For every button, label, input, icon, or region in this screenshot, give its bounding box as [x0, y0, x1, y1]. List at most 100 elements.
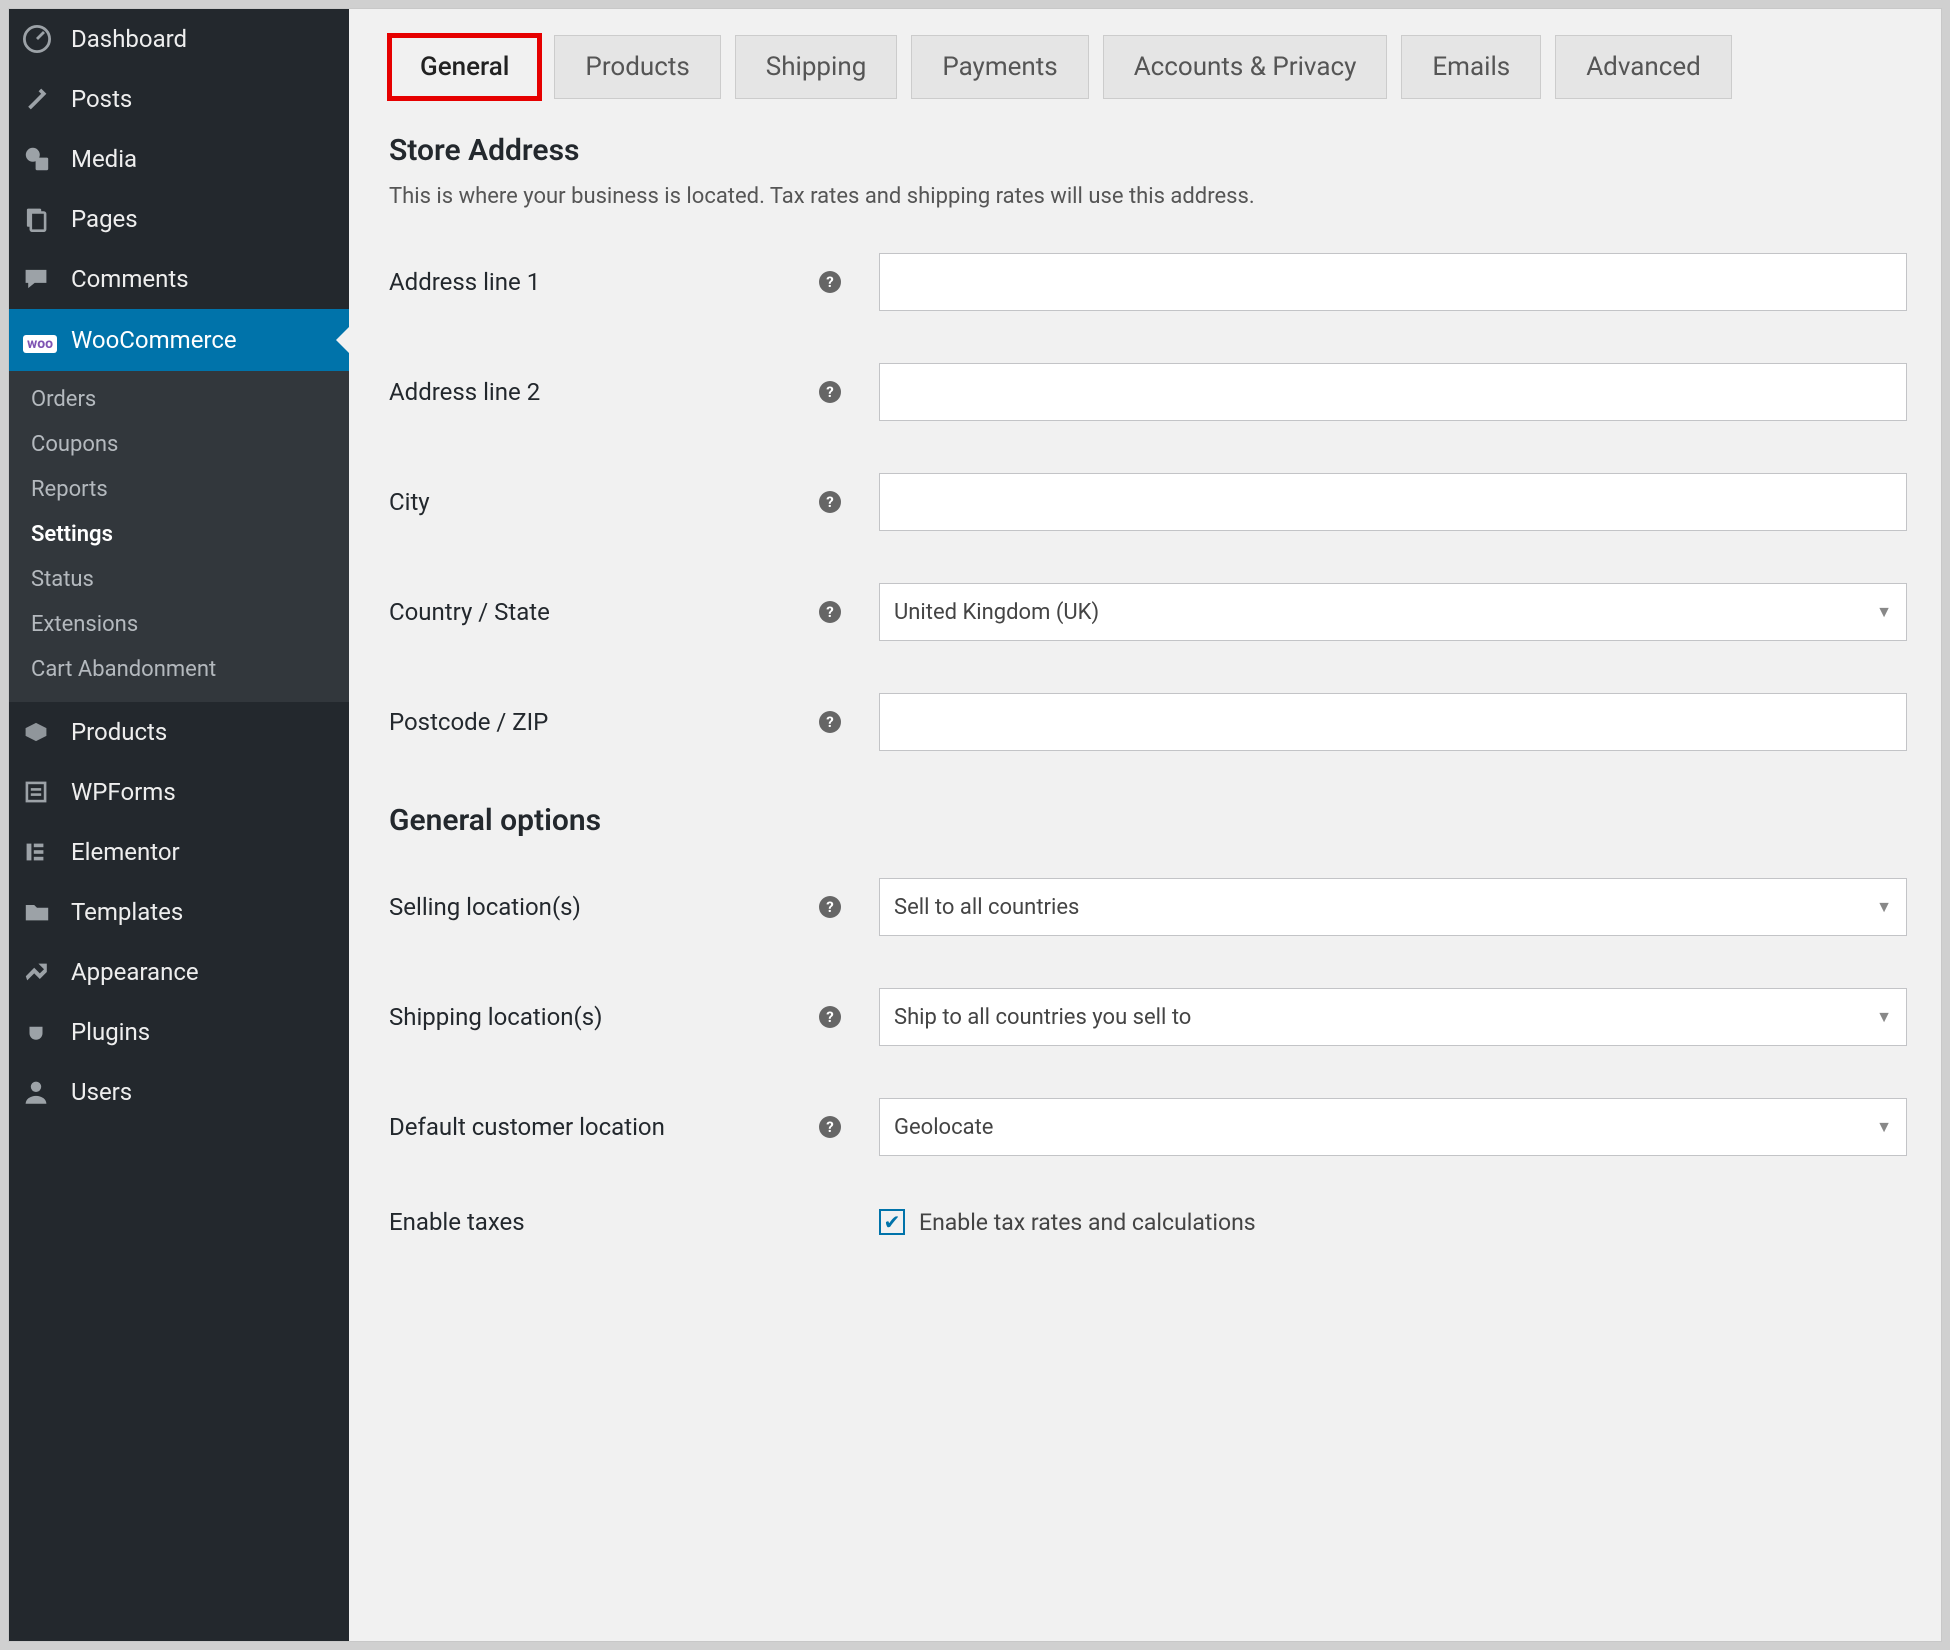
row-address-line-1: Address line 1 ? — [389, 253, 1907, 311]
label-address-line-2: Address line 2 — [389, 378, 819, 406]
submenu-extensions[interactable]: Extensions — [9, 602, 349, 647]
address-line-2-input[interactable] — [879, 363, 1907, 421]
sidebar-item-label: WooCommerce — [71, 326, 237, 354]
submenu-coupons[interactable]: Coupons — [9, 422, 349, 467]
submenu-settings[interactable]: Settings — [9, 512, 349, 557]
sidebar-item-label: WPForms — [71, 778, 176, 806]
sidebar-item-label: Pages — [71, 205, 138, 233]
postcode-input[interactable] — [879, 693, 1907, 751]
chevron-down-icon: ▼ — [1876, 897, 1892, 917]
tab-payments[interactable]: Payments — [911, 35, 1088, 99]
enable-taxes-checkbox[interactable]: ✔ — [879, 1209, 905, 1235]
sidebar-item-plugins[interactable]: Plugins — [9, 1002, 349, 1062]
tab-products[interactable]: Products — [554, 35, 720, 99]
tab-shipping[interactable]: Shipping — [735, 35, 898, 99]
store-address-heading: Store Address — [389, 133, 1907, 168]
general-options-heading: General options — [389, 803, 1907, 838]
sidebar-item-label: Dashboard — [71, 25, 187, 53]
country-state-select[interactable]: United Kingdom (UK) ▼ — [879, 583, 1907, 641]
submenu-orders[interactable]: Orders — [9, 377, 349, 422]
help-icon[interactable]: ? — [819, 1116, 841, 1138]
label-address-line-1: Address line 1 — [389, 268, 819, 296]
shipping-locations-select[interactable]: Ship to all countries you sell to ▼ — [879, 988, 1907, 1046]
row-postcode: Postcode / ZIP ? — [389, 693, 1907, 751]
sidebar-item-users[interactable]: Users — [9, 1062, 349, 1122]
sidebar-item-label: Products — [71, 718, 167, 746]
label-enable-taxes: Enable taxes — [389, 1208, 819, 1236]
tab-emails[interactable]: Emails — [1401, 35, 1541, 99]
label-default-customer-location: Default customer location — [389, 1113, 819, 1141]
comment-icon — [23, 266, 57, 292]
elementor-icon — [23, 840, 57, 864]
sidebar-item-comments[interactable]: Comments — [9, 249, 349, 309]
submenu-cart-abandonment[interactable]: Cart Abandonment — [9, 647, 349, 692]
submenu-status[interactable]: Status — [9, 557, 349, 602]
row-country-state: Country / State ? United Kingdom (UK) ▼ — [389, 583, 1907, 641]
select-value: Geolocate — [894, 1115, 993, 1140]
enable-taxes-checkbox-row[interactable]: ✔ Enable tax rates and calculations — [879, 1209, 1907, 1236]
select-value: Ship to all countries you sell to — [894, 1005, 1191, 1030]
users-icon — [23, 1079, 57, 1105]
sidebar-item-posts[interactable]: Posts — [9, 69, 349, 129]
tab-accounts-privacy[interactable]: Accounts & Privacy — [1103, 35, 1388, 99]
help-icon[interactable]: ? — [819, 491, 841, 513]
chevron-down-icon: ▼ — [1876, 1117, 1892, 1137]
default-customer-location-select[interactable]: Geolocate ▼ — [879, 1098, 1907, 1156]
chevron-down-icon: ▼ — [1876, 1007, 1892, 1027]
submenu-reports[interactable]: Reports — [9, 467, 349, 512]
help-icon[interactable]: ? — [819, 271, 841, 293]
tab-advanced[interactable]: Advanced — [1555, 35, 1732, 99]
help-icon[interactable]: ? — [819, 381, 841, 403]
address-line-1-input[interactable] — [879, 253, 1907, 311]
woocommerce-icon: woo — [23, 325, 57, 355]
sidebar-item-label: Templates — [71, 898, 183, 926]
sidebar-item-pages[interactable]: Pages — [9, 189, 349, 249]
appearance-icon — [23, 959, 57, 985]
row-selling-locations: Selling location(s) ? Sell to all countr… — [389, 878, 1907, 936]
sidebar-item-woocommerce[interactable]: woo WooCommerce — [9, 309, 349, 371]
dashboard-icon — [23, 25, 57, 53]
products-icon — [23, 719, 57, 745]
label-country-state: Country / State — [389, 598, 819, 626]
help-icon[interactable]: ? — [819, 711, 841, 733]
row-enable-taxes: Enable taxes ✔ Enable tax rates and calc… — [389, 1208, 1907, 1236]
sidebar-item-appearance[interactable]: Appearance — [9, 942, 349, 1002]
enable-taxes-checkbox-label: Enable tax rates and calculations — [919, 1209, 1256, 1236]
pin-icon — [23, 86, 57, 112]
pages-icon — [23, 206, 57, 232]
row-city: City ? — [389, 473, 1907, 531]
sidebar-item-label: Plugins — [71, 1018, 150, 1046]
select-value: United Kingdom (UK) — [894, 600, 1099, 625]
chevron-down-icon: ▼ — [1876, 602, 1892, 622]
sidebar-item-dashboard[interactable]: Dashboard — [9, 9, 349, 69]
media-icon — [23, 145, 57, 173]
sidebar-item-products[interactable]: Products — [9, 702, 349, 762]
row-default-customer-location: Default customer location ? Geolocate ▼ — [389, 1098, 1907, 1156]
sidebar-item-label: Posts — [71, 85, 132, 113]
wpforms-icon — [23, 779, 57, 805]
tab-general[interactable]: General — [389, 35, 540, 99]
settings-tabs: General Products Shipping Payments Accou… — [389, 35, 1907, 99]
sidebar-item-media[interactable]: Media — [9, 129, 349, 189]
templates-icon — [23, 900, 57, 924]
label-postcode: Postcode / ZIP — [389, 708, 819, 736]
sidebar-item-label: Appearance — [71, 958, 199, 986]
selling-locations-select[interactable]: Sell to all countries ▼ — [879, 878, 1907, 936]
sidebar-item-elementor[interactable]: Elementor — [9, 822, 349, 882]
sidebar-item-wpforms[interactable]: WPForms — [9, 762, 349, 822]
select-value: Sell to all countries — [894, 895, 1079, 920]
help-icon[interactable]: ? — [819, 896, 841, 918]
admin-sidebar: Dashboard Posts Media Pages Comments — [9, 9, 349, 1641]
city-input[interactable] — [879, 473, 1907, 531]
help-icon[interactable]: ? — [819, 601, 841, 623]
sidebar-item-label: Media — [71, 145, 137, 173]
settings-panel: General Products Shipping Payments Accou… — [349, 9, 1941, 1641]
help-icon[interactable]: ? — [819, 1006, 841, 1028]
label-shipping-locations: Shipping location(s) — [389, 1003, 819, 1031]
label-selling-locations: Selling location(s) — [389, 893, 819, 921]
store-address-description: This is where your business is located. … — [389, 184, 1907, 209]
woocommerce-submenu: Orders Coupons Reports Settings Status E… — [9, 371, 349, 702]
sidebar-item-label: Comments — [71, 265, 189, 293]
row-shipping-locations: Shipping location(s) ? Ship to all count… — [389, 988, 1907, 1046]
sidebar-item-templates[interactable]: Templates — [9, 882, 349, 942]
